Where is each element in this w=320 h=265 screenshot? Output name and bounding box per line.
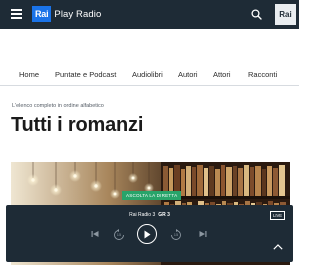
logo-text: Play Radio (54, 8, 102, 20)
page-subtitle: L'elenco completo in ordine alfabetico (12, 103, 104, 109)
search-icon[interactable] (251, 9, 262, 20)
now-playing: Rai Radio 3 GR 3 (6, 212, 293, 218)
play-button[interactable] (137, 224, 157, 244)
forward-15-icon[interactable]: 15 (170, 228, 182, 240)
page-title: Tutti i romanzi (11, 114, 144, 136)
main-nav: Home Puntate e Podcast Audiolibri Autori… (0, 64, 299, 86)
program-name: GR 3 (158, 212, 170, 218)
rewind-15-icon[interactable]: 15 (113, 228, 125, 240)
chevron-up-icon[interactable] (273, 244, 283, 250)
rai-play-radio-logo[interactable]: Rai Play Radio (32, 6, 101, 22)
menu-icon[interactable] (11, 9, 22, 19)
station-name: Rai Radio 3 (129, 212, 156, 218)
listen-live-badge[interactable]: ASCOLTA LA DIRETTA (122, 191, 182, 200)
live-button[interactable]: LIVE (270, 211, 286, 220)
nav-item-autori[interactable]: Autori (178, 70, 198, 79)
nav-item-audiolibri[interactable]: Audiolibri (132, 70, 163, 79)
account-avatar[interactable]: Rai (275, 4, 296, 25)
top-bar: Rai Play Radio Rai (0, 0, 299, 29)
play-icon (144, 230, 151, 238)
nav-item-puntate-e-podcast[interactable]: Puntate e Podcast (55, 70, 116, 79)
previous-icon[interactable] (91, 230, 99, 238)
next-icon[interactable] (199, 230, 207, 238)
logo-brand: Rai (32, 6, 52, 22)
nav-item-attori[interactable]: Attori (213, 70, 231, 79)
nav-item-racconti[interactable]: Racconti (248, 70, 277, 79)
rewind-15-label: 15 (116, 231, 122, 237)
forward-15-label: 15 (173, 231, 179, 237)
nav-item-home[interactable]: Home (19, 70, 39, 79)
audio-player: Rai Radio 3 GR 3 LIVE 15 15 (6, 205, 293, 262)
